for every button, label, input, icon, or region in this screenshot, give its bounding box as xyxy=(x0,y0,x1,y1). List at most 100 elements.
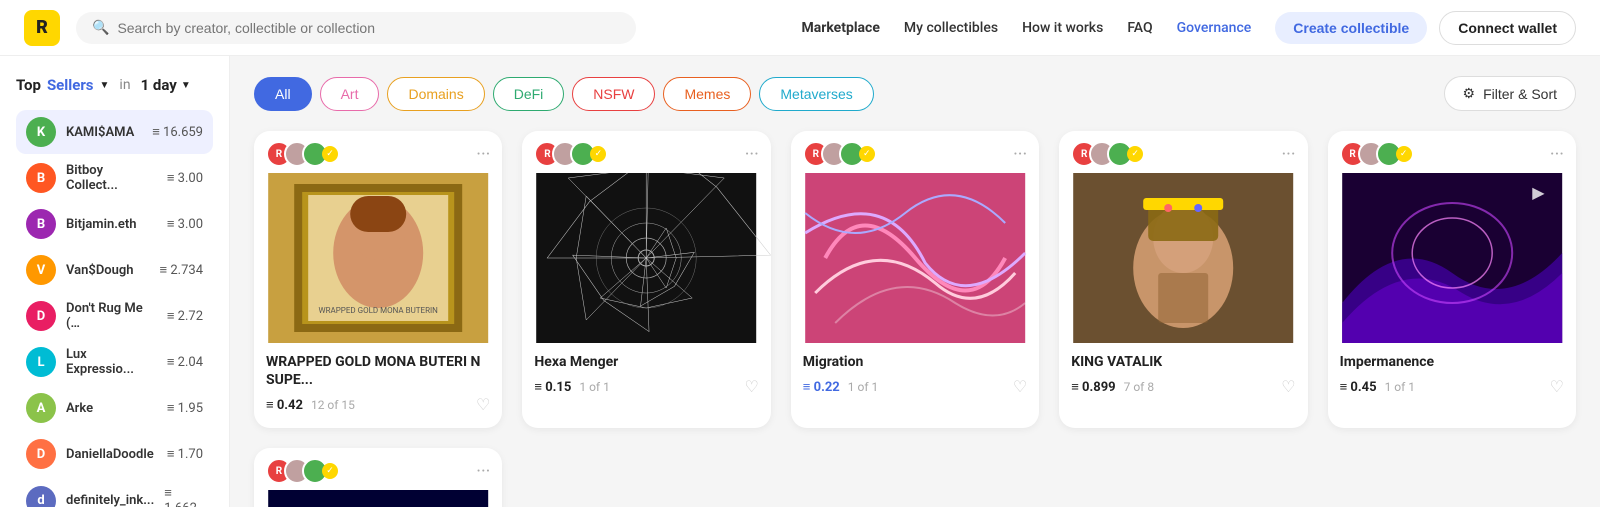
avatar: K xyxy=(26,117,56,147)
card-header: R ✓ ··· xyxy=(1059,131,1307,173)
nav-governance[interactable]: Governance xyxy=(1177,20,1252,36)
card-header: R ✓ ··· xyxy=(1328,131,1576,173)
sidebar-item-name: Don't Rug Me (… xyxy=(66,301,157,331)
nft-price: ≡ 0.45 xyxy=(1340,379,1377,395)
nft-title: Impermanence xyxy=(1340,353,1564,371)
tab-nsfw[interactable]: NSFW xyxy=(572,77,655,111)
card-header: R ✓ ··· xyxy=(791,131,1039,173)
search-icon: 🔍 xyxy=(92,20,109,36)
sidebar-item-value: ≡ 3.00 xyxy=(167,216,203,232)
more-options-button[interactable]: ··· xyxy=(1013,144,1027,165)
sidebar-item-3[interactable]: V Van$Dough ≡ 2.734 xyxy=(16,248,213,292)
main-layout: Top Sellers ▼ in 1 day ▼ K KAMI$AMA ≡ 16… xyxy=(0,56,1600,507)
avatar: B xyxy=(26,163,56,193)
nft-image-container[interactable]: WRAPPED GOLD MONA BUTERIN xyxy=(254,173,502,343)
tab-memes[interactable]: Memes xyxy=(663,77,751,111)
card-avatars: R ✓ xyxy=(266,141,338,167)
nft-grid: R ✓ ··· WRAPPED GOLD MONA BUTERIN WRAPPE… xyxy=(254,131,1576,507)
content-area: All Art Domains DeFi NSFW Memes Metavers… xyxy=(230,56,1600,507)
avatar: V xyxy=(26,255,56,285)
sidebar-item-7[interactable]: D DaniellaDoodle ≡ 1.70 xyxy=(16,432,213,476)
create-collectible-button[interactable]: Create collectible xyxy=(1275,12,1427,44)
tab-art[interactable]: Art xyxy=(320,77,380,111)
nav-how-it-works[interactable]: How it works xyxy=(1022,20,1103,36)
favorite-button[interactable]: ♡ xyxy=(744,377,758,396)
more-options-button[interactable]: ··· xyxy=(476,144,490,165)
nav-links: Marketplace My collectibles How it works… xyxy=(801,20,1251,36)
card-header: R ✓ ··· xyxy=(522,131,770,173)
nft-title: Hexa Menger xyxy=(534,353,758,371)
category-tabs: All Art Domains DeFi NSFW Memes Metavers… xyxy=(254,76,1576,111)
sidebar-item-value: ≡ 1.95 xyxy=(167,400,203,416)
sidebar-item-value: ≡ 2.734 xyxy=(160,262,203,278)
sidebar-items-list: K KAMI$AMA ≡ 16.659 B Bitboy Collect... … xyxy=(16,110,213,507)
nft-title: Migration xyxy=(803,353,1027,371)
verified-badge: ✓ xyxy=(322,463,338,479)
sidebar-item-name: Bitboy Collect... xyxy=(66,163,157,193)
more-options-button[interactable]: ··· xyxy=(476,461,490,482)
avatar: B xyxy=(26,209,56,239)
nav-marketplace[interactable]: Marketplace xyxy=(801,20,879,36)
verified-badge: ✓ xyxy=(322,146,338,162)
sellers-dropdown[interactable]: Sellers xyxy=(47,76,94,94)
sidebar-item-5[interactable]: L Lux Expressio... ≡ 2.04 xyxy=(16,340,213,384)
verified-badge: ✓ xyxy=(1127,146,1143,162)
nft-image-container[interactable]: $ xyxy=(254,490,502,507)
nft-image-container[interactable] xyxy=(791,173,1039,343)
tab-domains[interactable]: Domains xyxy=(387,77,484,111)
avatar: D xyxy=(26,439,56,469)
logo[interactable]: R xyxy=(24,10,60,46)
card-avatars: R ✓ xyxy=(1071,141,1143,167)
more-options-button[interactable]: ··· xyxy=(1281,144,1295,165)
card-footer: ≡ 0.22 1 of 1 ♡ xyxy=(791,377,1039,396)
nft-edition: 1 of 1 xyxy=(579,380,609,394)
favorite-button[interactable]: ♡ xyxy=(1013,377,1027,396)
svg-text:WRAPPED GOLD MONA BUTERIN: WRAPPED GOLD MONA BUTERIN xyxy=(319,306,439,315)
sidebar-item-value: ≡ 1.70 xyxy=(167,446,203,462)
nft-title: KING VATALIK xyxy=(1071,353,1295,371)
more-options-button[interactable]: ··· xyxy=(1550,144,1564,165)
nft-title: WRAPPED GOLD MONA BUTERI N SUPE... xyxy=(266,353,490,389)
more-options-button[interactable]: ··· xyxy=(745,144,759,165)
sidebar-item-0[interactable]: K KAMI$AMA ≡ 16.659 xyxy=(16,110,213,154)
timeframe-dropdown[interactable]: 1 day ▼ xyxy=(141,76,191,94)
avatar: d xyxy=(26,486,56,507)
search-input[interactable] xyxy=(117,20,620,36)
nft-image-container[interactable] xyxy=(522,173,770,343)
nft-card-3: R ✓ ··· KING VATALIK ≡ 0.899 7 of 8 ♡ xyxy=(1059,131,1307,428)
nft-image-container[interactable] xyxy=(1059,173,1307,343)
nft-card-0: R ✓ ··· WRAPPED GOLD MONA BUTERIN WRAPPE… xyxy=(254,131,502,428)
card-footer: ≡ 0.45 1 of 1 ♡ xyxy=(1328,377,1576,396)
filter-sort-button[interactable]: ⚙ Filter & Sort xyxy=(1444,76,1576,111)
nft-price: ≡ 0.22 xyxy=(803,379,840,395)
price-info: ≡ 0.42 12 of 15 xyxy=(266,397,355,413)
sellers-chevron-icon: ▼ xyxy=(100,80,110,91)
sidebar-item-name: Bitjamin.eth xyxy=(66,217,157,232)
price-info: ≡ 0.15 1 of 1 xyxy=(534,379,609,395)
nav-faq[interactable]: FAQ xyxy=(1127,20,1152,36)
favorite-button[interactable]: ♡ xyxy=(1281,377,1295,396)
card-body: Impermanence xyxy=(1328,343,1576,371)
tab-metaverses[interactable]: Metaverses xyxy=(759,77,873,111)
sidebar-item-8[interactable]: d definitely_ink... ≡ 1.662 xyxy=(16,478,213,507)
card-header: R ✓ ··· xyxy=(254,131,502,173)
sidebar-item-2[interactable]: B Bitjamin.eth ≡ 3.00 xyxy=(16,202,213,246)
sidebar-item-4[interactable]: D Don't Rug Me (… ≡ 2.72 xyxy=(16,294,213,338)
sidebar-item-1[interactable]: B Bitboy Collect... ≡ 3.00 xyxy=(16,156,213,200)
nav-my-collectibles[interactable]: My collectibles xyxy=(904,20,998,36)
sidebar-item-6[interactable]: A Arke ≡ 1.95 xyxy=(16,386,213,430)
nft-card-4: R ✓ ··· ▶ Impermanence ≡ 0.45 1 of 1 ♡ xyxy=(1328,131,1576,428)
card-avatars: R ✓ xyxy=(803,141,875,167)
card-footer: ≡ 0.15 1 of 1 ♡ xyxy=(522,377,770,396)
card-avatars: R ✓ xyxy=(266,458,338,484)
nft-image-container[interactable]: ▶ xyxy=(1328,173,1576,343)
favorite-button[interactable]: ♡ xyxy=(476,395,490,414)
favorite-button[interactable]: ♡ xyxy=(1550,377,1564,396)
connect-wallet-button[interactable]: Connect wallet xyxy=(1439,11,1576,45)
sidebar-item-name: definitely_ink... xyxy=(66,493,154,507)
nft-edition: 1 of 1 xyxy=(1385,380,1415,394)
tab-all[interactable]: All xyxy=(254,77,312,111)
sidebar-in-label: in xyxy=(119,77,130,93)
tab-defi[interactable]: DeFi xyxy=(493,77,565,111)
nft-edition: 1 of 1 xyxy=(848,380,878,394)
